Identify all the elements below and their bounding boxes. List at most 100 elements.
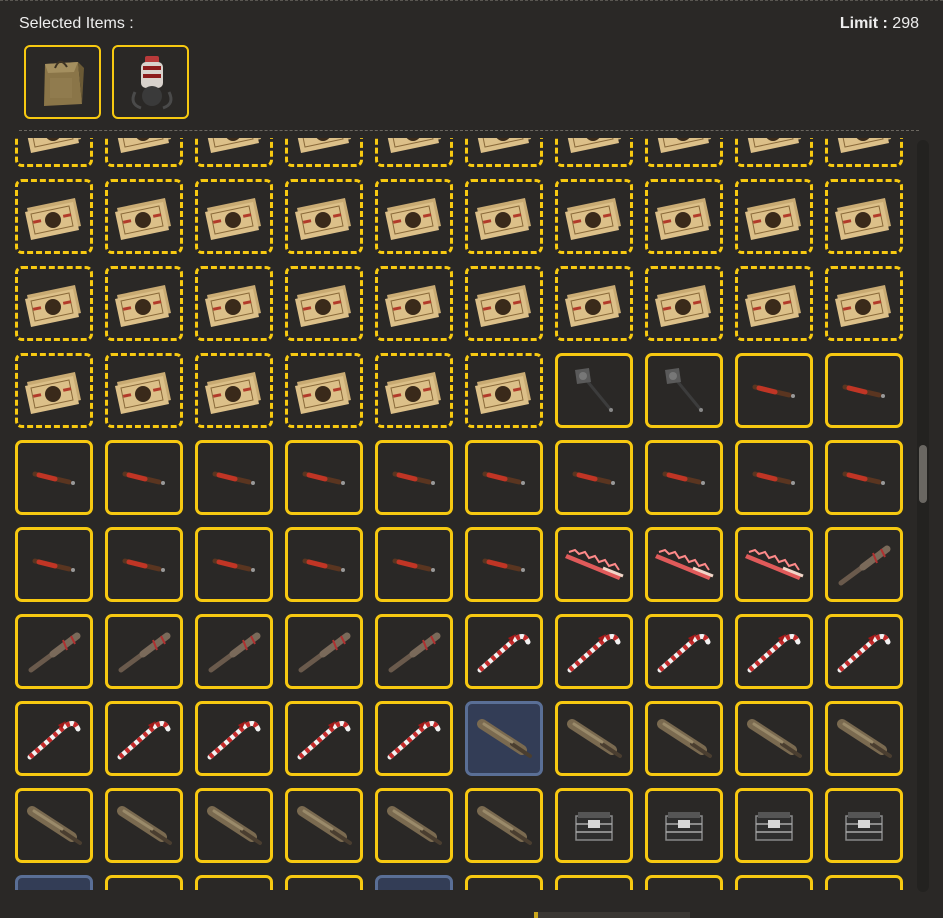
inventory-item[interactable] — [285, 527, 363, 602]
inventory-item[interactable] — [285, 353, 363, 428]
inventory-item[interactable] — [15, 266, 93, 341]
inventory-item[interactable] — [375, 179, 453, 254]
inventory-item[interactable] — [15, 701, 93, 776]
inventory-item[interactable] — [645, 788, 723, 863]
inventory-item[interactable] — [555, 701, 633, 776]
inventory-item[interactable] — [375, 138, 453, 167]
inventory-item[interactable] — [105, 138, 183, 167]
inventory-item[interactable] — [735, 138, 813, 167]
inventory-item[interactable] — [465, 138, 543, 167]
inventory-item[interactable] — [285, 614, 363, 689]
inventory-item[interactable] — [375, 701, 453, 776]
inventory-item[interactable] — [285, 788, 363, 863]
inventory-item[interactable] — [375, 353, 453, 428]
inventory-item[interactable] — [195, 788, 273, 863]
inventory-item[interactable] — [15, 614, 93, 689]
inventory-item[interactable] — [195, 614, 273, 689]
inventory-item[interactable] — [105, 527, 183, 602]
selected-item[interactable] — [24, 45, 101, 119]
inventory-item[interactable] — [105, 266, 183, 341]
inventory-item[interactable] — [465, 440, 543, 515]
inventory-item[interactable] — [375, 440, 453, 515]
inventory-item[interactable] — [195, 266, 273, 341]
inventory-item[interactable] — [555, 179, 633, 254]
inventory-item[interactable] — [645, 353, 723, 428]
inventory-item[interactable] — [735, 614, 813, 689]
inventory-item[interactable] — [735, 440, 813, 515]
inventory-item[interactable] — [555, 875, 633, 890]
inventory-item[interactable] — [735, 179, 813, 254]
inventory-item[interactable] — [375, 614, 453, 689]
inventory-item[interactable] — [825, 701, 903, 776]
inventory-item[interactable] — [105, 440, 183, 515]
inventory-item[interactable] — [15, 875, 93, 890]
inventory-item[interactable] — [465, 353, 543, 428]
inventory-item[interactable] — [465, 179, 543, 254]
inventory-item[interactable] — [465, 527, 543, 602]
inventory-item[interactable] — [105, 788, 183, 863]
inventory-item[interactable] — [825, 440, 903, 515]
inventory-item[interactable] — [555, 138, 633, 167]
inventory-item[interactable] — [555, 353, 633, 428]
inventory-item[interactable] — [825, 875, 903, 890]
inventory-item[interactable] — [825, 179, 903, 254]
inventory-item[interactable] — [195, 875, 273, 890]
inventory-item[interactable] — [105, 701, 183, 776]
inventory-item[interactable] — [375, 266, 453, 341]
inventory-item[interactable] — [735, 266, 813, 341]
inventory-item[interactable] — [555, 440, 633, 515]
inventory-item[interactable] — [465, 788, 543, 863]
inventory-item[interactable] — [375, 527, 453, 602]
inventory-item[interactable] — [285, 138, 363, 167]
inventory-item[interactable] — [195, 179, 273, 254]
scrollbar-thumb[interactable] — [919, 445, 927, 503]
bottom-tab[interactable] — [534, 912, 690, 918]
inventory-item[interactable] — [465, 266, 543, 341]
inventory-item[interactable] — [465, 875, 543, 890]
inventory-item[interactable] — [645, 701, 723, 776]
inventory-item[interactable] — [285, 701, 363, 776]
inventory-item[interactable] — [15, 440, 93, 515]
inventory-item[interactable] — [15, 527, 93, 602]
inventory-item[interactable] — [195, 440, 273, 515]
inventory-item[interactable] — [825, 614, 903, 689]
inventory-item[interactable] — [825, 788, 903, 863]
inventory-item[interactable] — [195, 353, 273, 428]
inventory-item[interactable] — [645, 527, 723, 602]
inventory-item[interactable] — [735, 527, 813, 602]
inventory-item[interactable] — [735, 353, 813, 428]
inventory-item[interactable] — [105, 875, 183, 890]
inventory-item[interactable] — [645, 614, 723, 689]
inventory-item[interactable] — [555, 614, 633, 689]
inventory-item[interactable] — [825, 138, 903, 167]
inventory-item[interactable] — [285, 179, 363, 254]
inventory-item[interactable] — [825, 266, 903, 341]
inventory-item[interactable] — [195, 527, 273, 602]
inventory-item[interactable] — [375, 875, 453, 890]
inventory-item[interactable] — [195, 138, 273, 167]
inventory-item[interactable] — [645, 440, 723, 515]
inventory-item[interactable] — [825, 353, 903, 428]
inventory-item[interactable] — [285, 875, 363, 890]
inventory-item[interactable] — [15, 179, 93, 254]
inventory-item[interactable] — [645, 179, 723, 254]
selected-item[interactable] — [112, 45, 189, 119]
inventory-grid-viewport[interactable] — [0, 138, 915, 890]
inventory-item[interactable] — [555, 788, 633, 863]
inventory-item[interactable] — [645, 875, 723, 890]
inventory-item[interactable] — [555, 266, 633, 341]
inventory-item[interactable] — [105, 353, 183, 428]
inventory-item[interactable] — [195, 701, 273, 776]
inventory-item[interactable] — [645, 138, 723, 167]
inventory-item[interactable] — [15, 788, 93, 863]
inventory-item[interactable] — [15, 353, 93, 428]
inventory-item[interactable] — [465, 701, 543, 776]
inventory-item[interactable] — [285, 266, 363, 341]
inventory-item[interactable] — [735, 701, 813, 776]
inventory-item[interactable] — [555, 527, 633, 602]
inventory-item[interactable] — [105, 179, 183, 254]
scrollbar-track[interactable] — [917, 140, 929, 892]
inventory-item[interactable] — [735, 875, 813, 890]
inventory-item[interactable] — [465, 614, 543, 689]
inventory-item[interactable] — [735, 788, 813, 863]
